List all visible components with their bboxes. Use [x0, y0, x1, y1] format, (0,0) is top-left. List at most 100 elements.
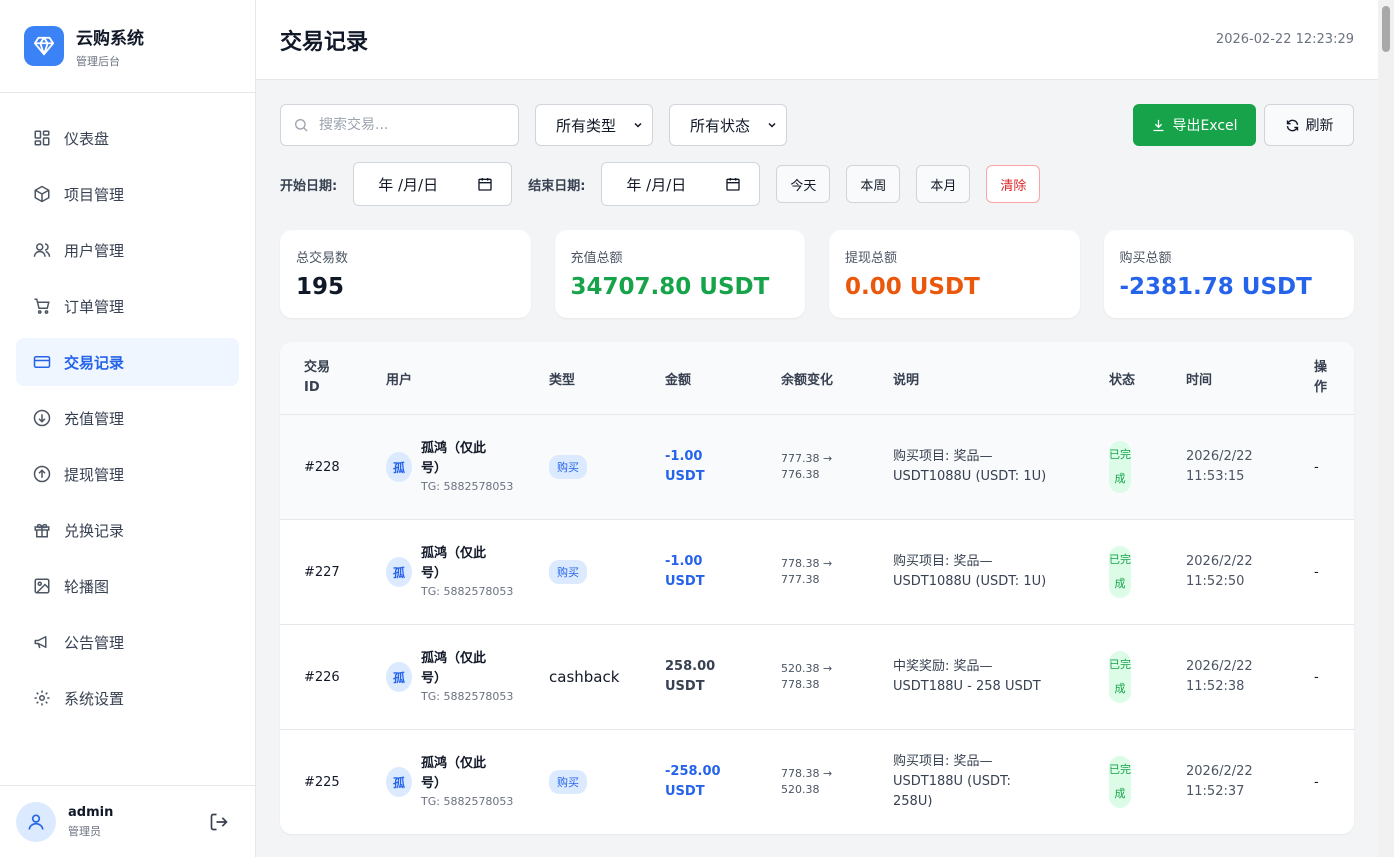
col-header-status: 状态 [1109, 372, 1136, 388]
table-row[interactable]: #225 孤 孤鸿（仅此号） TG: 5882578053 购买 -258.00… [280, 729, 1354, 834]
user-panel: admin 管理员 [0, 785, 255, 857]
txn-type: 购买 [549, 770, 665, 794]
amount-value: -1.00 USDT [665, 449, 705, 484]
avatar [16, 801, 56, 842]
image-icon [32, 576, 52, 596]
txn-description: 购买项目: 奖品—USDT1088U (USDT: 1U) [893, 552, 1109, 592]
sidebar-nav: 仪表盘 项目管理 用户管理 订单管理 交易记录 充值管理 提现管理 兑换记录 轮… [0, 93, 255, 722]
txn-type: cashback [549, 668, 665, 686]
table-row[interactable]: #228 孤 孤鸿（仅此号） TG: 5882578053 购买 -1.00 U… [280, 414, 1354, 519]
type-badge: cashback [549, 668, 620, 686]
txn-id: #227 [304, 564, 340, 580]
txn-user: 孤 孤鸿（仅此号） TG: 5882578053 [386, 754, 549, 810]
this-week-button[interactable]: 本周 [846, 165, 901, 203]
balance-change: 520.38 → 778.38 [781, 662, 833, 691]
table-row[interactable]: #227 孤 孤鸿（仅此号） TG: 5882578053 购买 -1.00 U… [280, 519, 1354, 624]
user-name: admin [68, 804, 114, 820]
user-tg: TG: 5882578053 [421, 690, 514, 703]
page-title: 交易记录 [280, 29, 369, 55]
main-content: 所有类型 所有状态 导出Excel 刷新 开始日期: 年 /月/日 结束日期: … [256, 80, 1378, 857]
chevron-down-icon [768, 122, 776, 128]
end-date-input[interactable]: 年 /月/日 [601, 162, 761, 206]
datetime-display: 2026-02-22 12:23:29 [1215, 32, 1354, 47]
clear-button[interactable]: 清除 [986, 165, 1041, 203]
txn-description: 购买项目: 奖品—USDT188U (USDT: 258U) [893, 752, 1109, 812]
gift-icon [32, 520, 52, 540]
sidebar-item-label: 兑换记录 [64, 521, 125, 540]
stat-card-recharge: 充值总额 34707.80 USDT [554, 230, 805, 318]
txn-balance: 778.38 → 520.38 [781, 766, 893, 798]
sidebar-item-transactions[interactable]: 交易记录 [16, 338, 239, 386]
txn-user: 孤 孤鸿（仅此号） TG: 5882578053 [386, 439, 549, 495]
arrow-down-circle-icon [32, 408, 52, 428]
sidebar-item-announcements[interactable]: 公告管理 [16, 618, 239, 666]
calendar-icon [726, 178, 741, 191]
refresh-button[interactable]: 刷新 [1264, 104, 1354, 146]
stat-label: 总交易数 [296, 251, 349, 266]
txn-type: 购买 [549, 560, 665, 584]
scrollbar-thumb[interactable] [1382, 6, 1390, 52]
users-icon [32, 240, 52, 260]
sidebar-item-orders[interactable]: 订单管理 [16, 282, 239, 330]
sidebar-item-withdraw[interactable]: 提现管理 [16, 450, 239, 498]
sidebar-item-label: 公告管理 [64, 633, 125, 652]
type-badge: 购买 [549, 455, 587, 479]
user-name: 孤鸿（仅此号） [421, 756, 487, 791]
this-month-button[interactable]: 本月 [916, 165, 971, 203]
gear-icon [32, 688, 52, 708]
user-avatar: 孤 [386, 767, 412, 797]
txn-user: 孤 孤鸿（仅此号） TG: 5882578053 [386, 544, 549, 600]
search-input[interactable] [319, 117, 509, 133]
type-badge: 购买 [549, 560, 587, 584]
txn-actions[interactable]: - [1314, 670, 1354, 685]
stat-card-withdraw: 提现总额 0.00 USDT [829, 230, 1080, 318]
dashboard-icon [32, 128, 52, 148]
export-label: 导出Excel [1172, 118, 1238, 134]
date-filter-bar: 开始日期: 年 /月/日 结束日期: 年 /月/日 今天 本周 本月 清除 [280, 162, 1354, 206]
table-body: #228 孤 孤鸿（仅此号） TG: 5882578053 购买 -1.00 U… [280, 414, 1354, 834]
sidebar-item-redeem[interactable]: 兑换记录 [16, 506, 239, 554]
col-header-user: 用户 [386, 372, 413, 388]
sidebar-item-recharge[interactable]: 充值管理 [16, 394, 239, 442]
search-box[interactable] [280, 104, 519, 146]
stat-label: 购买总额 [1119, 251, 1172, 266]
txn-amount: -1.00 USDT [665, 447, 781, 487]
card-icon [32, 352, 52, 372]
txn-actions[interactable]: - [1314, 565, 1354, 580]
txn-time: 2026/2/22 11:53:15 [1186, 447, 1314, 487]
export-excel-button[interactable]: 导出Excel [1133, 104, 1256, 146]
scrollbar[interactable] [1378, 0, 1394, 857]
sidebar-item-users[interactable]: 用户管理 [16, 226, 239, 274]
sidebar-item-projects[interactable]: 项目管理 [16, 170, 239, 218]
txn-actions[interactable]: - [1314, 775, 1354, 790]
today-button[interactable]: 今天 [776, 165, 831, 203]
brand-title: 云购系统 [76, 28, 144, 49]
table-header: 交易 ID 用户 类型 金额 余额变化 说明 状态 时间 操 作 [280, 342, 1354, 414]
amount-value: 258.00 USDT [665, 659, 716, 694]
start-date-input[interactable]: 年 /月/日 [353, 162, 513, 206]
col-header-amount: 金额 [665, 372, 692, 388]
status-select[interactable]: 所有状态 [669, 104, 787, 146]
brand-subtitle: 管理后台 [76, 54, 120, 68]
sidebar-item-label: 提现管理 [64, 465, 125, 484]
txn-actions[interactable]: - [1314, 460, 1354, 475]
time-text: 2026/2/22 11:52:37 [1186, 764, 1253, 799]
page-header: 交易记录 2026-02-22 12:23:29 [256, 0, 1378, 80]
brand: 云购系统 管理后台 [0, 0, 255, 93]
type-select-value: 所有类型 [556, 116, 617, 135]
col-header-balance: 余额变化 [781, 372, 834, 388]
start-date-label: 开始日期: [280, 178, 338, 194]
sidebar: 云购系统 管理后台 仪表盘 项目管理 用户管理 订单管理 交易记录 充值管理 提… [0, 0, 256, 857]
txn-amount: -258.00 USDT [665, 762, 781, 802]
status-badge: 已完成 [1109, 546, 1131, 598]
table-row[interactable]: #226 孤 孤鸿（仅此号） TG: 5882578053 cashback 2… [280, 624, 1354, 729]
sidebar-item-carousel[interactable]: 轮播图 [16, 562, 239, 610]
calendar-icon [478, 178, 492, 191]
logout-icon[interactable] [207, 810, 231, 834]
sidebar-item-dashboard[interactable]: 仪表盘 [16, 114, 239, 162]
type-select[interactable]: 所有类型 [535, 104, 653, 146]
txn-amount: 258.00 USDT [665, 657, 781, 697]
txn-status: 已完成 [1109, 651, 1186, 703]
sidebar-item-settings[interactable]: 系统设置 [16, 674, 239, 722]
txn-time: 2026/2/22 11:52:38 [1186, 657, 1314, 697]
